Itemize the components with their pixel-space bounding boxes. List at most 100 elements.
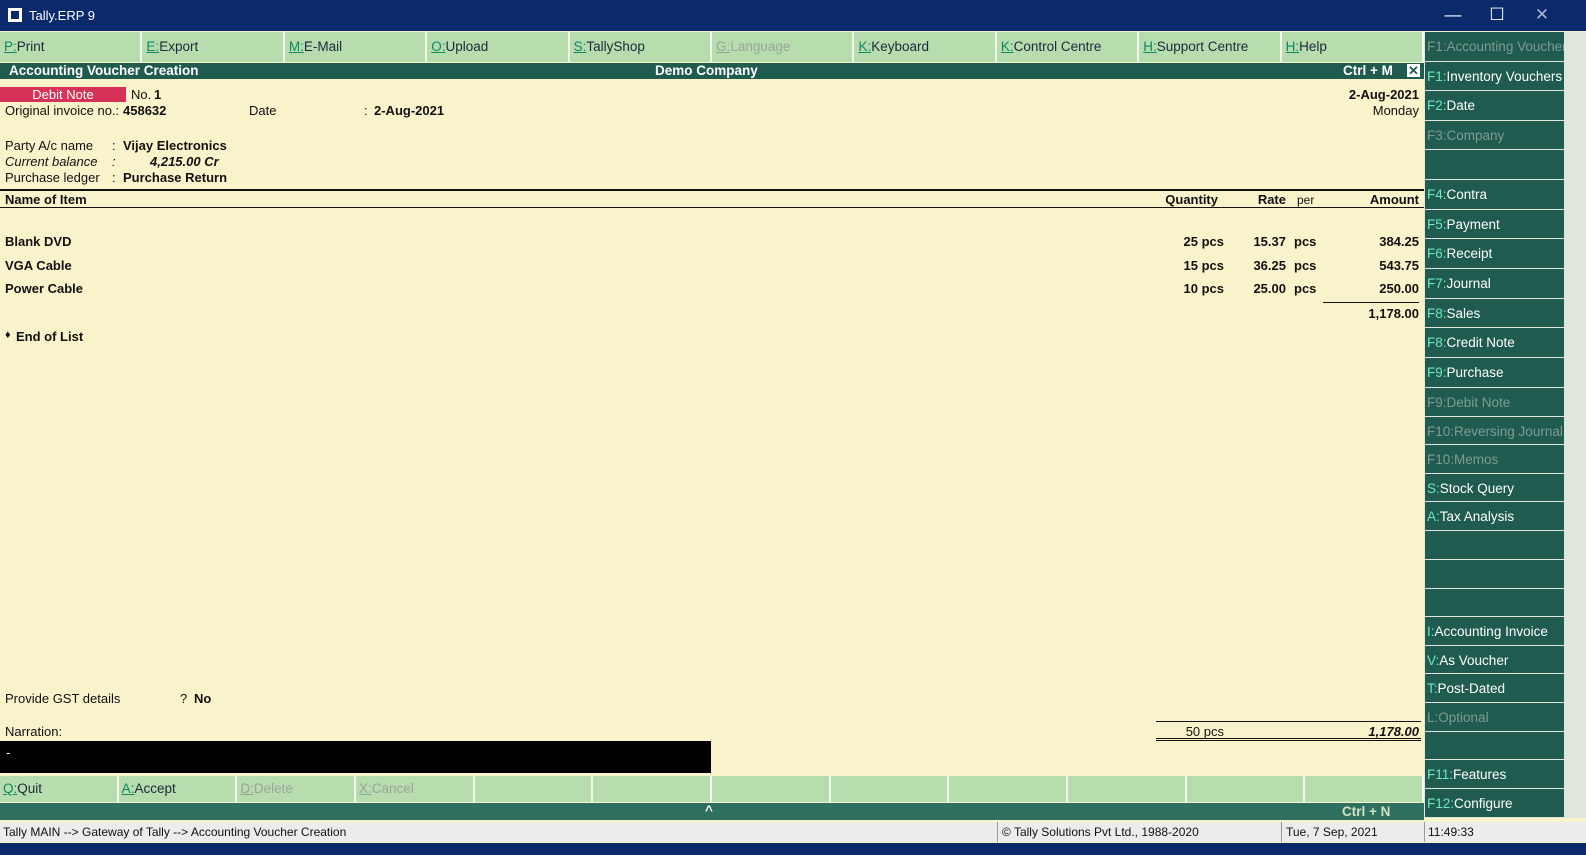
sidebar-purchase[interactable]: F9:Purchase xyxy=(1425,358,1564,387)
voucher-type-badge[interactable]: Debit Note xyxy=(0,87,126,102)
item-amount[interactable]: 543.75 xyxy=(1379,258,1419,273)
button-label: Company xyxy=(1446,128,1505,143)
gst-value[interactable]: No xyxy=(194,691,211,706)
header-shortcut: Ctrl + M xyxy=(1343,63,1393,78)
sidebar-blank xyxy=(1425,150,1564,179)
close-window-button[interactable]: ✕ xyxy=(1527,5,1557,25)
hotkey: A xyxy=(1427,509,1437,524)
end-of-list[interactable]: End of List xyxy=(16,329,83,344)
item-amount[interactable]: 384.25 xyxy=(1379,234,1419,249)
toolbar-control-centre[interactable]: K:Control Centre xyxy=(996,32,1140,62)
sidebar-accounting-invoice[interactable]: I:Accounting Invoice xyxy=(1425,617,1564,645)
sidebar-inventory-vouchers[interactable]: F1:Inventory Vouchers xyxy=(1425,62,1564,90)
item-quantity[interactable]: 10 pcs xyxy=(1184,281,1224,296)
toolbar-tallyshop[interactable]: S:TallyShop xyxy=(569,32,713,62)
toolbar-export[interactable]: E:Export xyxy=(142,32,285,62)
hotkey: G xyxy=(716,39,727,54)
total-quantity: 50 pcs xyxy=(1185,724,1224,739)
hotkey: F9 xyxy=(1427,365,1443,380)
sidebar-features[interactable]: F11:Features xyxy=(1425,760,1564,788)
button-label: Sales xyxy=(1446,306,1481,321)
sidebar-credit-note[interactable]: F8:Credit Note xyxy=(1425,328,1564,357)
original-invoice-label: Original invoice no.: xyxy=(5,103,120,118)
bottom-accept[interactable]: A:Accept xyxy=(118,776,238,802)
item-rate[interactable]: 36.25 xyxy=(1253,258,1286,273)
sidebar-payment[interactable]: F5:Payment xyxy=(1425,210,1564,238)
ledger-value[interactable]: Purchase Return xyxy=(123,170,227,185)
toolbar-keyboard[interactable]: K:Keyboard xyxy=(854,32,997,62)
hotkey: Q xyxy=(3,781,14,796)
button-label: Stock Query xyxy=(1439,481,1515,496)
hotkey: S xyxy=(573,39,583,54)
sidebar-as-voucher[interactable]: V:As Voucher xyxy=(1425,646,1564,673)
col-name-header: Name of Item xyxy=(5,192,87,207)
total-amount: 1,178.00 xyxy=(1368,724,1419,739)
caret-up-icon[interactable]: ^ xyxy=(705,803,713,818)
end-list-marker-icon: ♦ xyxy=(5,329,11,341)
copyright-text: © Tally Solutions Pvt Ltd., 1988-2020 xyxy=(1002,825,1199,839)
hotkey: P xyxy=(4,39,14,54)
sidebar-sales[interactable]: F8:Sales xyxy=(1425,299,1564,327)
button-label: Purchase xyxy=(1446,365,1504,380)
sidebar-contra[interactable]: F4:Contra xyxy=(1425,180,1564,209)
sidebar-company: F3:Company xyxy=(1425,121,1564,149)
narration-input[interactable]: - xyxy=(0,741,711,773)
bottom-quit[interactable]: Q:Quit xyxy=(0,776,119,802)
close-screen-button[interactable]: ✕ xyxy=(1406,63,1421,78)
button-label: Inventory Vouchers xyxy=(1446,69,1563,84)
sidebar-blank xyxy=(1425,589,1564,616)
item-per[interactable]: pcs xyxy=(1294,281,1316,296)
voucher-day: Monday xyxy=(1372,103,1419,118)
hotkey: F2 xyxy=(1427,98,1443,113)
screen-header: Accounting Voucher Creation Demo Company… xyxy=(0,63,1424,79)
hotkey: H xyxy=(1285,39,1296,54)
minimize-button[interactable]: — xyxy=(1438,5,1468,25)
button-label: Support Centre xyxy=(1156,39,1249,54)
toolbar-upload[interactable]: O:Upload xyxy=(427,32,570,62)
sidebar-reversing-journal: F10:Reversing Journal xyxy=(1425,417,1564,444)
status-time: 11:49:33 xyxy=(1428,825,1474,839)
maximize-button[interactable]: ☐ xyxy=(1482,5,1512,25)
bottom-blank xyxy=(474,776,594,802)
toolbar-support-centre[interactable]: H:Support Centre xyxy=(1139,32,1282,62)
sidebar-receipt[interactable]: F6:Receipt xyxy=(1425,239,1564,268)
item-name[interactable]: Blank DVD xyxy=(5,234,71,249)
totals-top-rule xyxy=(1156,721,1421,722)
sidebar-tax-analysis[interactable]: A:Tax Analysis xyxy=(1425,502,1564,530)
button-label: Reversing Journal xyxy=(1454,424,1563,439)
item-amount[interactable]: 250.00 xyxy=(1379,281,1419,296)
button-label: Cancel xyxy=(371,781,414,796)
sidebar-debit-note: F9:Debit Note xyxy=(1425,388,1564,416)
hotkey: F4 xyxy=(1427,187,1443,202)
party-value[interactable]: Vijay Electronics xyxy=(123,138,227,153)
voucher-no-value[interactable]: 1 xyxy=(154,87,161,102)
item-per[interactable]: pcs xyxy=(1294,234,1316,249)
sidebar-post-dated[interactable]: T:Post-Dated xyxy=(1425,674,1564,702)
original-invoice-value[interactable]: 458632 xyxy=(123,103,166,118)
toolbar-help[interactable]: H:Help xyxy=(1281,32,1425,62)
item-name[interactable]: Power Cable xyxy=(5,281,83,296)
button-label: Date xyxy=(1446,98,1476,113)
date-value[interactable]: 2-Aug-2021 xyxy=(374,103,444,118)
toolbar-e-mail[interactable]: M:E-Mail xyxy=(284,32,428,62)
sidebar-journal[interactable]: F7:Journal xyxy=(1425,269,1564,298)
item-quantity[interactable]: 15 pcs xyxy=(1184,258,1224,273)
item-per[interactable]: pcs xyxy=(1294,258,1316,273)
button-label: Keyboard xyxy=(871,39,930,54)
hotkey: A xyxy=(121,781,131,796)
toolbar-print[interactable]: P:Print xyxy=(0,32,143,62)
item-name[interactable]: VGA Cable xyxy=(5,258,72,273)
item-rate[interactable]: 15.37 xyxy=(1253,234,1286,249)
sidebar-configure[interactable]: F12:Configure xyxy=(1425,789,1564,817)
sidebar-stock-query[interactable]: S:Stock Query xyxy=(1425,474,1564,501)
hotkey: F10 xyxy=(1427,424,1451,439)
item-rate[interactable]: 25.00 xyxy=(1253,281,1286,296)
item-quantity[interactable]: 25 pcs xyxy=(1184,234,1224,249)
sidebar-date[interactable]: F2:Date xyxy=(1425,91,1564,120)
button-label: Contra xyxy=(1446,187,1488,202)
hotkey: F6 xyxy=(1427,246,1443,261)
balance-value: 4,215.00 Cr xyxy=(150,154,219,169)
button-label: Print xyxy=(16,39,45,54)
button-label: Control Centre xyxy=(1013,39,1102,54)
voucher-date[interactable]: 2-Aug-2021 xyxy=(1349,87,1419,102)
